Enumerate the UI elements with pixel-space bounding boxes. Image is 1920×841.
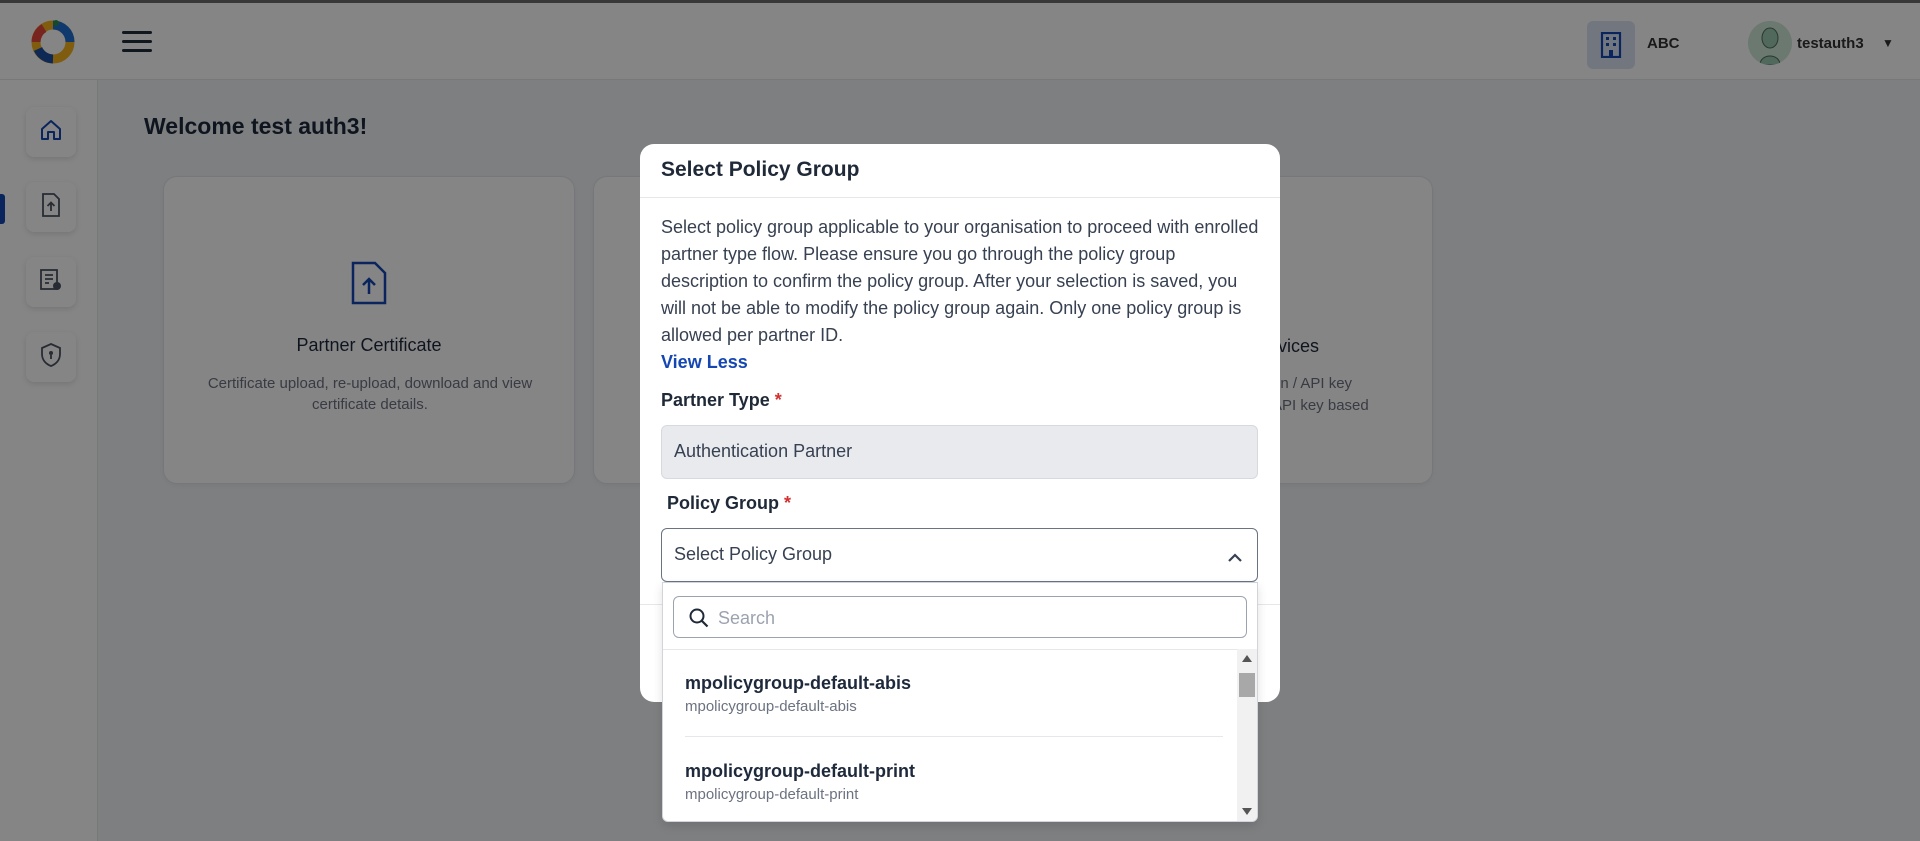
search-input[interactable] [718,606,1228,630]
dialog-description: Select policy group applicable to your o… [661,217,1259,345]
scroll-down-icon[interactable] [1242,808,1252,815]
policy-group-select-value: Select Policy Group [674,544,833,564]
search-box [673,596,1247,638]
partner-type-label: Partner Type * [661,390,782,410]
option-title: mpolicygroup-default-print [685,761,915,781]
policy-group-dropdown: mpolicygroup-default-abis mpolicygroup-d… [662,582,1258,822]
scroll-thumb[interactable] [1239,673,1255,697]
list-item[interactable]: mpolicygroup-default-abis mpolicygroup-d… [663,649,1233,735]
dropdown-scrollbar[interactable] [1237,649,1257,821]
option-subtitle: mpolicygroup-default-abis [685,698,857,715]
policy-group-label: Policy Group * [667,493,792,513]
partner-type-field: Authentication Partner [661,425,1258,479]
list-item[interactable]: mpolicygroup-default-print mpolicygroup-… [663,737,1233,821]
search-icon [689,608,709,633]
dialog-title: Select Policy Group [640,144,1280,198]
option-subtitle: mpolicygroup-default-print [685,786,859,803]
policy-group-select[interactable]: Select Policy Group [661,528,1258,582]
scroll-up-icon[interactable] [1242,655,1252,662]
view-less-link[interactable]: View Less [661,352,748,373]
chevron-up-icon [1227,547,1243,568]
option-title: mpolicygroup-default-abis [685,673,912,693]
